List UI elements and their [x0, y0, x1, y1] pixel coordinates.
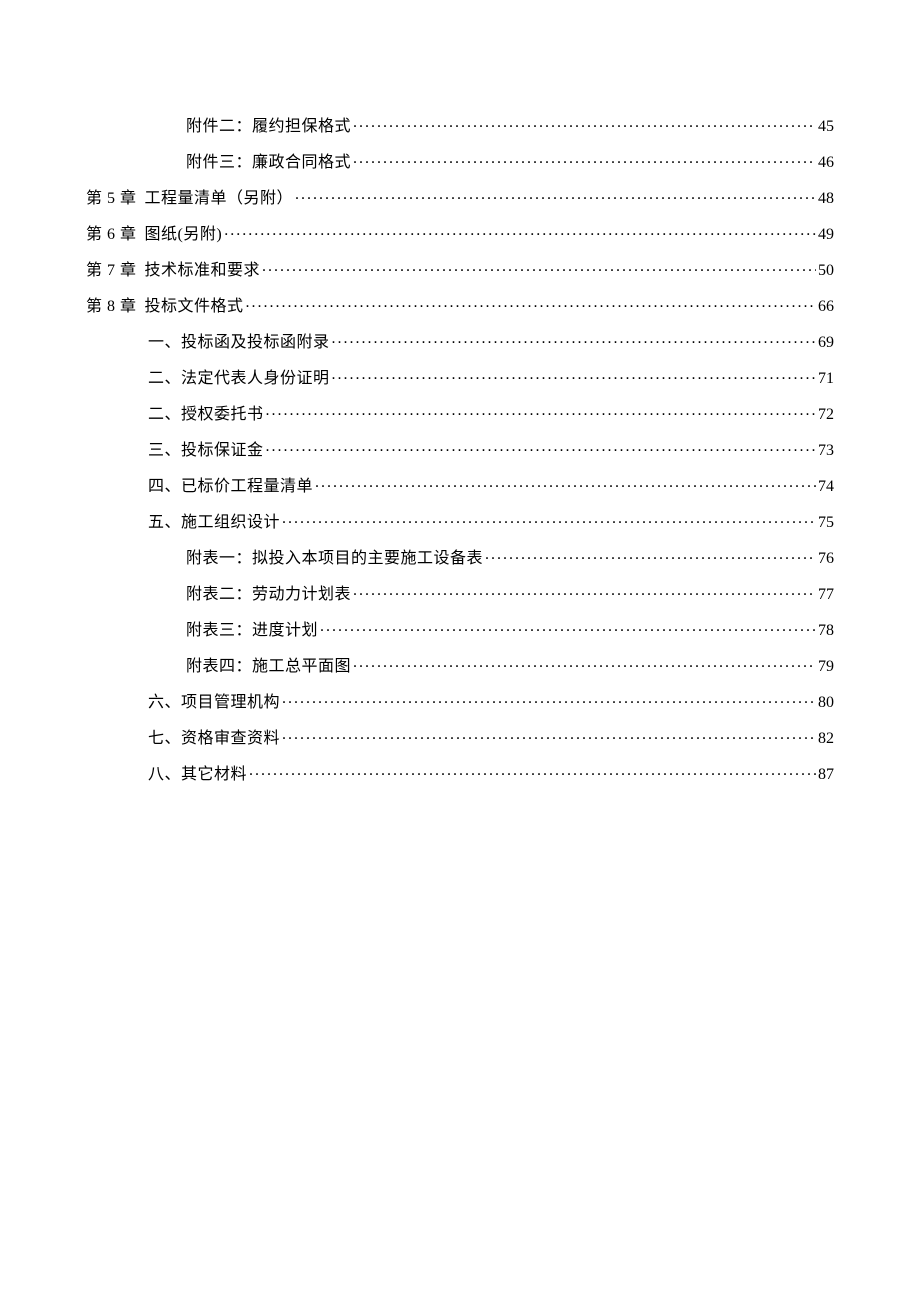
- toc-entry: 一、投标函及投标函附录 69: [86, 331, 834, 351]
- toc-chapter-prefix: 第 8 章: [86, 299, 137, 315]
- toc-page-number: 71: [818, 371, 834, 387]
- toc-title: 附表四：施工总平面图: [186, 659, 351, 675]
- toc-entry: 四、已标价工程量清单 74: [86, 475, 834, 495]
- toc-entry: 第 8 章 投标文件格式 66: [86, 295, 834, 315]
- toc-chapter-prefix: 第 7 章: [86, 263, 137, 279]
- toc-entry: 附件二：履约担保格式 45: [86, 115, 834, 135]
- toc-entry: 二、授权委托书 72: [86, 403, 834, 423]
- toc-title: 三、投标保证金: [148, 443, 264, 459]
- toc-title: 八、其它材料: [148, 767, 247, 783]
- toc-page-number: 87: [818, 767, 834, 783]
- toc-entry: 六、项目管理机构 80: [86, 691, 834, 711]
- toc-leader-dots: [353, 583, 816, 599]
- toc-page-number: 82: [818, 731, 834, 747]
- toc-leader-dots: [353, 655, 816, 671]
- toc-leader-dots: [353, 115, 816, 131]
- toc-page-number: 72: [818, 407, 834, 423]
- toc-page-number: 48: [818, 191, 834, 207]
- toc-chapter-prefix: 第 6 章: [86, 227, 137, 243]
- toc-page-number: 76: [818, 551, 834, 567]
- toc-page-number: 75: [818, 515, 834, 531]
- table-of-contents: 附件二：履约担保格式 45 附件三：廉政合同格式 46 第 5 章 工程量清单（…: [86, 115, 834, 783]
- toc-entry: 附表二：劳动力计划表 77: [86, 583, 834, 603]
- toc-entry: 附表四：施工总平面图 79: [86, 655, 834, 675]
- toc-leader-dots: [320, 619, 816, 635]
- toc-title: 附件二：履约担保格式: [186, 119, 351, 135]
- toc-title: 附表二：劳动力计划表: [186, 587, 351, 603]
- toc-entry: 第 5 章 工程量清单（另附） 48: [86, 187, 834, 207]
- toc-entry: 三、投标保证金 73: [86, 439, 834, 459]
- toc-entry: 二、法定代表人身份证明 71: [86, 367, 834, 387]
- toc-leader-dots: [315, 475, 816, 491]
- toc-title: 附件三：廉政合同格式: [186, 155, 351, 171]
- toc-page-number: 80: [818, 695, 834, 711]
- toc-page-number: 49: [818, 227, 834, 243]
- toc-page-number: 73: [818, 443, 834, 459]
- toc-entry: 第 7 章 技术标准和要求 50: [86, 259, 834, 279]
- toc-leader-dots: [262, 259, 816, 275]
- toc-entry: 七、资格审查资料 82: [86, 727, 834, 747]
- toc-entry: 五、施工组织设计 75: [86, 511, 834, 531]
- toc-page-number: 77: [818, 587, 834, 603]
- toc-title: 工程量清单（另附）: [145, 191, 294, 207]
- toc-entry: 第 6 章 图纸(另附) 49: [86, 223, 834, 243]
- toc-leader-dots: [249, 763, 816, 779]
- toc-leader-dots: [266, 439, 816, 455]
- toc-title: 七、资格审查资料: [148, 731, 280, 747]
- toc-leader-dots: [353, 151, 816, 167]
- toc-title: 一、投标函及投标函附录: [148, 335, 330, 351]
- toc-title: 六、项目管理机构: [148, 695, 280, 711]
- toc-title: 二、授权委托书: [148, 407, 264, 423]
- toc-leader-dots: [282, 691, 816, 707]
- toc-title: 二、法定代表人身份证明: [148, 371, 330, 387]
- toc-entry: 附件三：廉政合同格式 46: [86, 151, 834, 171]
- toc-page-number: 79: [818, 659, 834, 675]
- toc-title: 附表三：进度计划: [186, 623, 318, 639]
- toc-entry: 附表三：进度计划 78: [86, 619, 834, 639]
- toc-title: 五、施工组织设计: [148, 515, 280, 531]
- toc-leader-dots: [485, 547, 816, 563]
- toc-page-number: 66: [818, 299, 834, 315]
- toc-leader-dots: [246, 295, 816, 311]
- toc-entry: 八、其它材料 87: [86, 763, 834, 783]
- toc-leader-dots: [332, 367, 816, 383]
- toc-leader-dots: [224, 223, 816, 239]
- toc-leader-dots: [266, 403, 816, 419]
- toc-leader-dots: [332, 331, 816, 347]
- toc-page-number: 50: [818, 263, 834, 279]
- toc-leader-dots: [295, 187, 816, 203]
- toc-title: 附表一：拟投入本项目的主要施工设备表: [186, 551, 483, 567]
- toc-page-number: 69: [818, 335, 834, 351]
- toc-title: 投标文件格式: [145, 299, 244, 315]
- toc-entry: 附表一：拟投入本项目的主要施工设备表 76: [86, 547, 834, 567]
- toc-leader-dots: [282, 511, 816, 527]
- toc-leader-dots: [282, 727, 816, 743]
- toc-title: 技术标准和要求: [145, 263, 261, 279]
- toc-page-number: 46: [818, 155, 834, 171]
- toc-title: 图纸(另附): [145, 227, 223, 243]
- toc-page-number: 74: [818, 479, 834, 495]
- toc-chapter-prefix: 第 5 章: [86, 191, 137, 207]
- toc-page-number: 45: [818, 119, 834, 135]
- toc-title: 四、已标价工程量清单: [148, 479, 313, 495]
- toc-page-number: 78: [818, 623, 834, 639]
